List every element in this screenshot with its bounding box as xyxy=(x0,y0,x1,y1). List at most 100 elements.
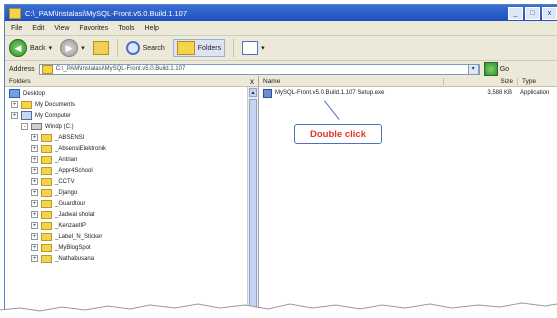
menu-tools[interactable]: Tools xyxy=(118,25,134,32)
close-pane-icon[interactable]: x xyxy=(250,77,254,86)
address-input[interactable]: C:\_PAM\Instalasi\MySQL-Front.v5.0.Build… xyxy=(38,63,480,75)
search-icon xyxy=(125,41,140,55)
go-arrow-icon xyxy=(483,62,498,76)
menu-file[interactable]: File xyxy=(11,25,22,32)
tree-item-my-computer[interactable]: + My Computer xyxy=(9,110,258,121)
forward-button[interactable]: ▶ ▾ xyxy=(60,39,85,57)
search-label: Search xyxy=(142,44,165,52)
address-label: Address xyxy=(9,65,35,73)
folder-icon xyxy=(41,144,52,153)
folder-icon xyxy=(41,188,52,197)
folder-icon xyxy=(41,210,52,219)
tree-item-folder[interactable]: + _KenzaetIP xyxy=(9,220,258,231)
chevron-down-icon[interactable]: ▾ xyxy=(467,63,479,75)
column-header-name[interactable]: Name xyxy=(259,78,443,85)
folder-icon xyxy=(41,254,52,263)
folder-icon xyxy=(41,155,52,164)
file-size: 3,588 KB xyxy=(487,90,512,96)
file-name: MySQL-Front.v5.0.Build.1.107 Setup.exe xyxy=(275,90,385,96)
expand-toggle[interactable]: - xyxy=(21,123,28,130)
folders-icon xyxy=(176,41,195,55)
scrollbar-thumb[interactable] xyxy=(249,99,257,311)
expand-toggle[interactable]: + xyxy=(31,211,38,218)
tree-item-folder[interactable]: + _Label_N_Sticker xyxy=(9,231,258,242)
toolbar-divider xyxy=(116,39,118,57)
tree-item-label: _Appr4School xyxy=(55,167,93,174)
tree-item-folder[interactable]: + _MyBlogSpot xyxy=(9,242,258,253)
tree-item-drive-c[interactable]: - Windp (C:) xyxy=(9,121,258,132)
menu-edit[interactable]: Edit xyxy=(32,25,44,32)
views-button[interactable]: ▾ xyxy=(242,41,265,55)
expand-toggle[interactable]: + xyxy=(31,233,38,240)
tree-item-label: _ABSENSI xyxy=(55,134,85,141)
folder-icon xyxy=(41,199,52,208)
tree-item-folder[interactable]: + _Django xyxy=(9,187,258,198)
tree-item-desktop[interactable]: Desktop xyxy=(9,88,258,99)
menu-help[interactable]: Help xyxy=(145,25,159,32)
expand-toggle[interactable]: + xyxy=(31,178,38,185)
tree-item-label: _Antrian xyxy=(55,156,78,163)
back-arrow-icon: ◀ xyxy=(9,39,27,57)
expand-toggle[interactable]: + xyxy=(31,255,38,262)
menu-view[interactable]: View xyxy=(54,25,69,32)
menu-bar: File Edit View Favorites Tools Help xyxy=(5,21,557,36)
tree-item-label: _Label_N_Sticker xyxy=(55,233,103,240)
back-label: Back xyxy=(30,44,46,52)
expand-toggle[interactable]: + xyxy=(11,101,18,108)
tree-item-folder[interactable]: + _Appr4School xyxy=(9,165,258,176)
folders-label: Folders xyxy=(197,44,222,52)
chevron-down-icon[interactable]: ▾ xyxy=(49,44,53,52)
address-value: C:\_PAM\Instalasi\MySQL-Front.v5.0.Build… xyxy=(55,66,186,72)
file-list-pane: Name Size Type MySQL-Front.v5.0.Build.1.… xyxy=(259,76,557,317)
explorer-window: C:\_PAM\Instalasi\MySQL-Front.v5.0.Build… xyxy=(4,4,557,318)
folder-icon xyxy=(41,232,52,241)
scroll-up-icon[interactable]: ▲ xyxy=(249,88,257,97)
folders-pane: Folders x Desktop + My Documents + My Co… xyxy=(5,76,259,317)
file-row[interactable]: MySQL-Front.v5.0.Build.1.107 Setup.exe 3… xyxy=(259,88,557,98)
expand-toggle[interactable]: + xyxy=(31,145,38,152)
tree-item-label: _MyBlogSpot xyxy=(55,244,91,251)
expand-toggle[interactable]: + xyxy=(31,167,38,174)
tree-item-folder[interactable]: + _Guardtour xyxy=(9,198,258,209)
maximize-button[interactable]: □ xyxy=(525,6,540,20)
folder-icon xyxy=(41,133,52,142)
back-button[interactable]: ◀ Back ▾ xyxy=(9,39,52,57)
folder-up-icon[interactable] xyxy=(92,41,109,55)
expand-toggle[interactable]: + xyxy=(31,222,38,229)
search-button[interactable]: Search xyxy=(125,41,165,55)
tree-item-folder[interactable]: + _AbsensiElektronik xyxy=(9,143,258,154)
tree-item-label: _Jadwal sholat xyxy=(55,211,95,218)
chevron-down-icon[interactable]: ▾ xyxy=(81,44,85,52)
tree-item-label: My Computer xyxy=(35,112,72,119)
chevron-down-icon[interactable]: ▾ xyxy=(261,44,265,52)
toolbar-divider xyxy=(233,39,235,57)
go-button[interactable]: Go xyxy=(483,62,509,76)
folders-button[interactable]: Folders xyxy=(172,39,226,57)
column-header-type[interactable]: Type xyxy=(517,77,557,85)
views-icon xyxy=(242,41,259,55)
vertical-scrollbar[interactable]: ▲ xyxy=(247,87,258,317)
tree-item-my-documents[interactable]: + My Documents xyxy=(9,99,258,110)
folder-icon xyxy=(41,177,52,186)
computer-icon xyxy=(21,111,32,120)
menu-favorites[interactable]: Favorites xyxy=(79,25,108,32)
toolbar: ◀ Back ▾ ▶ ▾ Search Folders ▾ xyxy=(5,36,557,61)
tree-item-label: My Documents xyxy=(35,101,76,108)
tree-item-folder[interactable]: + _Nathabusana xyxy=(9,253,258,264)
tree-item-folder[interactable]: + _ABSENSI xyxy=(9,132,258,143)
tree-item-folder[interactable]: + _CCTV xyxy=(9,176,258,187)
minimize-button[interactable]: _ xyxy=(508,6,523,20)
expand-toggle[interactable]: + xyxy=(11,112,18,119)
tree-item-label: Desktop xyxy=(23,90,46,97)
tree-item-folder[interactable]: + _Antrian xyxy=(9,154,258,165)
expand-toggle[interactable]: + xyxy=(31,156,38,163)
callout-pointer xyxy=(324,100,340,120)
expand-toggle[interactable]: + xyxy=(31,244,38,251)
close-button[interactable]: x xyxy=(542,6,557,20)
expand-toggle[interactable]: + xyxy=(31,189,38,196)
expand-toggle[interactable]: + xyxy=(31,134,38,141)
tree-item-folder[interactable]: + _Jadwal sholat xyxy=(9,209,258,220)
folder-icon xyxy=(21,100,32,109)
expand-toggle[interactable]: + xyxy=(31,200,38,207)
column-header-size[interactable]: Size xyxy=(443,77,517,85)
